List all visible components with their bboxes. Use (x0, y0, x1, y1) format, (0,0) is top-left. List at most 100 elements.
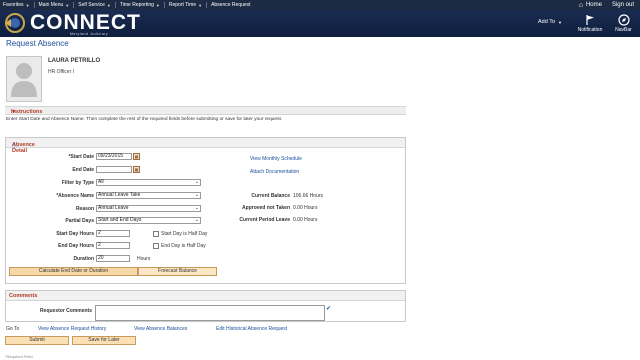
chevron-down-icon: ▼ (198, 2, 203, 8)
nav-separator (33, 2, 35, 8)
home-icon: ⌂ (578, 1, 583, 9)
required-field-note: *Required Field (5, 354, 33, 359)
chevron-down-icon: ▼ (558, 19, 562, 25)
comments-panel: Comments Requestor Comments ✔ (5, 290, 406, 322)
notification-button[interactable]: Notification (572, 12, 608, 36)
filter-by-type-label: Filter by Type (61, 180, 94, 186)
spell-check-icon[interactable]: ✔ (326, 305, 331, 312)
connect-logo-icon (5, 13, 25, 33)
navbar-label: NavBar (615, 27, 632, 33)
navbar-button[interactable]: NavBar (607, 12, 640, 36)
nav-report-time-label: Report Time (168, 2, 197, 8)
help-icon[interactable]: ⓘ (12, 142, 18, 150)
employee-name: LAURA PETRILLO (48, 58, 101, 64)
nav-absence-request-label: Absence Request (211, 2, 251, 8)
duration-label: Duration (73, 256, 94, 262)
nav-main-menu[interactable]: Main Menu ▼ (36, 0, 73, 10)
flag-icon (586, 15, 594, 25)
reason-label: Reason (75, 206, 94, 212)
start-date-label: *Start Date (68, 154, 94, 160)
chevron-down-icon: ⌄ (194, 192, 199, 198)
add-to-label: Add To (538, 19, 556, 25)
nav-separator (114, 2, 116, 8)
top-navigation-bar: Favorites ▼ Main Menu ▼ Self Service ▼ Time… (0, 0, 640, 10)
partial-days-label: Partial Days (65, 218, 94, 224)
forecast-balance-button[interactable]: Forecast Balance (138, 267, 217, 276)
nav-time-reporting[interactable]: Time Reporting ▼ (117, 0, 163, 10)
absence-name-select[interactable]: Annual Leave Take ⌄ (96, 192, 201, 199)
employee-title: HR Officer I (48, 69, 75, 75)
sign-out-link[interactable]: Sign out (608, 2, 640, 8)
submit-button[interactable]: Submit (5, 336, 69, 345)
view-monthly-schedule-link[interactable]: View Monthly Schedule (250, 156, 302, 162)
end-date-field[interactable] (96, 166, 132, 173)
chevron-down-icon: ▼ (25, 2, 30, 8)
absence-detail-header: Absence Detail ⓘ (6, 138, 405, 154)
view-absence-balances-link[interactable]: View Absence Balances (134, 326, 187, 332)
instructions-heading: Instructions (11, 109, 43, 115)
comments-header: Comments (6, 291, 405, 301)
app-header: CONNECT Maryland Judiciary Add To ▼ Notif… (0, 10, 640, 37)
nav-separator (206, 2, 208, 8)
duration-field[interactable]: 20 (96, 255, 130, 262)
current-balance-label: Current Balance (251, 193, 290, 199)
partial-days-value: Start and End Days (98, 217, 142, 223)
instructions-header[interactable]: ▼ Instructions (5, 106, 406, 115)
nav-self-service[interactable]: Self Service ▼ (75, 0, 114, 10)
duration-unit: Hours (137, 256, 151, 262)
person-silhouette-icon (11, 63, 37, 97)
page-title: Request Absence (6, 39, 69, 48)
save-for-later-button[interactable]: Save for Later (72, 336, 136, 345)
requestor-comments-textarea[interactable] (95, 305, 325, 321)
calculate-end-date-button[interactable]: Calculate End Date or Duration (9, 267, 138, 276)
home-label: Home (585, 2, 602, 8)
calendar-icon[interactable]: ▦ (133, 166, 140, 173)
approved-not-taken-value: 0.00 Hours (293, 205, 318, 211)
nav-time-reporting-label: Time Reporting (119, 2, 154, 8)
calendar-icon[interactable]: ▦ (133, 153, 140, 160)
compass-icon (617, 14, 630, 26)
edit-historical-absence-request-link[interactable]: Edit Historical Absence Request (216, 326, 287, 332)
absence-name-value: Annual Leave Take (98, 192, 141, 198)
chevron-down-icon: ▼ (155, 2, 160, 8)
nav-favorites[interactable]: Favorites ▼ (0, 0, 33, 10)
nav-separator (73, 2, 75, 8)
absence-name-label: *Absence Name (56, 193, 94, 199)
reason-select[interactable]: Annual Leave ⌄ (96, 205, 201, 212)
attach-documentation-link[interactable]: Attach Documentation (250, 169, 299, 175)
reason-value: Annual Leave (98, 205, 129, 211)
end-date-label: End Date (72, 167, 94, 173)
nav-self-service-label: Self Service (78, 2, 105, 8)
chevron-down-icon: ⌄ (194, 217, 199, 223)
current-period-leave-label: Current Period Leave (239, 217, 290, 223)
avatar (6, 56, 42, 102)
nav-main-menu-label: Main Menu (38, 2, 64, 8)
view-absence-request-history-link[interactable]: View Absence Request History (38, 326, 106, 332)
logo-subtitle: Maryland Judiciary (70, 32, 109, 36)
end-day-hours-label: End Day Hours (58, 243, 94, 249)
current-balance-value: 106.66 Hours (293, 193, 324, 199)
chevron-down-icon: ▼ (106, 2, 111, 8)
requestor-comments-label: Requestor Comments (40, 308, 92, 314)
chevron-down-icon: ⌄ (194, 179, 199, 185)
end-day-hours-field[interactable]: 2 (96, 242, 130, 249)
absence-detail-panel: Absence Detail ⓘ *Start Date 09/23/2015 … (5, 137, 406, 284)
nav-favorites-label: Favorites (3, 2, 24, 8)
end-half-day-label: End Day is Half Day (161, 243, 206, 249)
partial-days-select[interactable]: Start and End Days ⌄ (96, 217, 201, 224)
start-half-day-checkbox[interactable] (153, 231, 159, 237)
chevron-down-icon: ▼ (65, 2, 70, 8)
home-link[interactable]: ⌂ Home (573, 2, 608, 9)
add-to-menu[interactable]: Add To ▼ (538, 19, 562, 25)
chevron-down-icon: ⌄ (194, 205, 199, 211)
start-date-field[interactable]: 09/23/2015 (96, 153, 132, 160)
start-day-hours-field[interactable]: 2 (96, 230, 130, 237)
end-half-day-checkbox[interactable] (153, 243, 159, 249)
nav-report-time[interactable]: Report Time ▼ (166, 0, 205, 10)
filter-by-type-select[interactable]: All ⌄ (96, 179, 201, 186)
start-half-day-label: Start Day is Half Day (161, 231, 208, 237)
filter-by-type-value: All (98, 179, 104, 185)
approved-not-taken-label: Approved not Taken (242, 205, 290, 211)
comments-heading: Comments (9, 293, 38, 299)
nav-absence-request[interactable]: Absence Request (208, 0, 253, 10)
